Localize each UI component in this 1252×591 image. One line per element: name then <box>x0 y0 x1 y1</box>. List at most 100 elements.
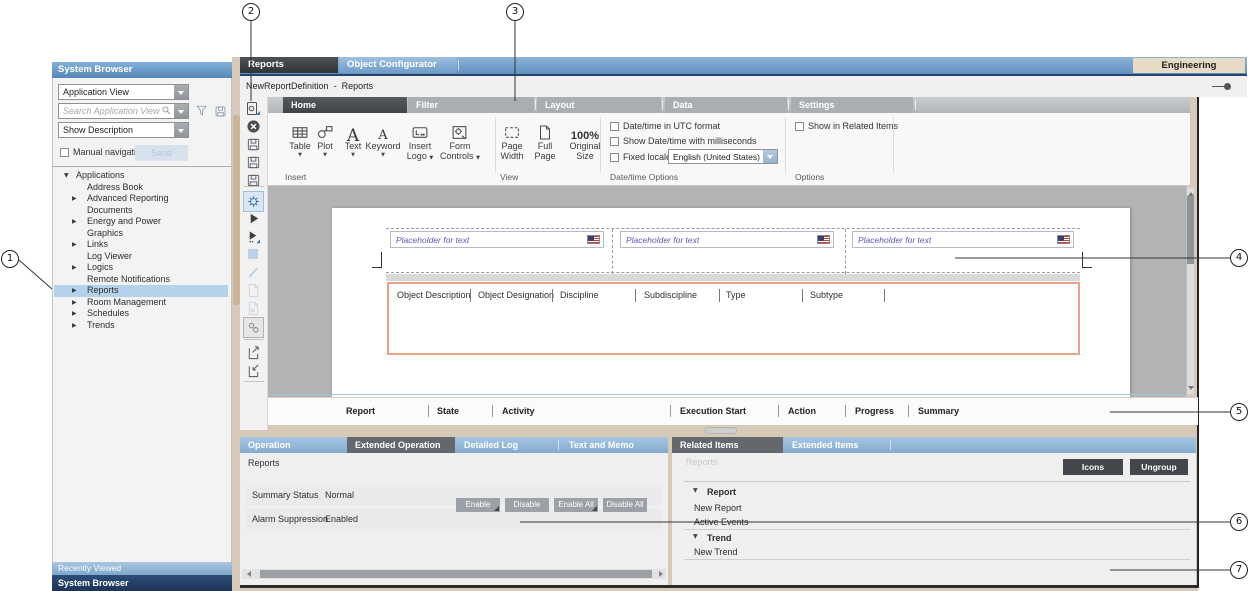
column-separator[interactable] <box>845 405 846 417</box>
us-flag-icon[interactable] <box>817 235 830 244</box>
tree-item-logics[interactable]: ▶Logics <box>54 262 228 274</box>
column-separator[interactable] <box>719 289 720 302</box>
horizontal-scrollbar[interactable] <box>242 569 666 579</box>
chevron-down-icon[interactable] <box>174 85 188 99</box>
stop-icon[interactable] <box>244 245 262 263</box>
save-as-icon[interactable] <box>244 153 262 171</box>
tab-extended-operation[interactable]: Extended Operation <box>347 437 455 453</box>
tree-item-documents[interactable]: Documents <box>54 205 228 217</box>
full-page-button[interactable]: FullPage <box>527 116 563 161</box>
run-with-options-icon[interactable] <box>244 227 262 245</box>
ribbon-tab-settings[interactable]: Settings <box>791 97 913 113</box>
disable-all-button[interactable]: Disable All <box>603 498 647 512</box>
scroll-up-arrow[interactable] <box>1188 189 1194 196</box>
form-mode-icon[interactable] <box>243 317 264 338</box>
enable-all-button[interactable]: Enable All <box>554 498 598 512</box>
column-separator[interactable] <box>802 289 803 302</box>
tab-text-and-memo[interactable]: Text and Memo <box>561 437 665 453</box>
chevron-down-icon[interactable]: ▼ <box>693 533 698 540</box>
show-related-checkbox[interactable] <box>795 122 804 131</box>
tree-item-reports-selected[interactable]: ▶Reports <box>54 285 228 297</box>
cancel-icon[interactable] <box>244 117 262 135</box>
run-icon[interactable] <box>244 209 262 227</box>
column-separator[interactable] <box>470 289 471 302</box>
tab-operation[interactable]: Operation <box>240 437 346 453</box>
table-header-discipline[interactable]: Discipline <box>560 290 599 300</box>
tree-item-applications[interactable]: ▼Applications <box>54 170 228 182</box>
icons-button[interactable]: Icons <box>1063 459 1123 475</box>
scroll-down-arrow[interactable] <box>1188 386 1194 393</box>
tree-item-energy-and-power[interactable]: ▶Energy and Power <box>54 216 228 228</box>
chevron-down-icon[interactable] <box>174 123 188 137</box>
scrollbar-thumb[interactable] <box>1187 196 1194 264</box>
ribbon-tab-filter[interactable]: Filter <box>408 97 534 113</box>
tab-object-configurator[interactable]: Object Configurator <box>339 57 457 73</box>
tree-item-advanced-reporting[interactable]: ▶Advanced Reporting <box>54 193 228 205</box>
ribbon-tab-data[interactable]: Data <box>665 97 787 113</box>
description-selector-dropdown[interactable]: Show Description <box>58 122 189 138</box>
ribbon-tab-layout[interactable]: Layout <box>537 97 661 113</box>
tree-item-schedules[interactable]: ▶Schedules <box>54 308 228 320</box>
table-header-type[interactable]: Type <box>726 290 746 300</box>
system-browser-header[interactable]: System Browser <box>52 62 232 78</box>
column-separator[interactable] <box>884 289 885 302</box>
exec-col-activity[interactable]: Activity <box>502 406 535 416</box>
text-placeholder-3[interactable]: Placeholder for text <box>852 231 1074 248</box>
scroll-left-arrow[interactable] <box>244 571 251 577</box>
export-pdf-icon[interactable] <box>244 281 262 299</box>
chevron-down-icon[interactable] <box>763 150 777 163</box>
edit-pen-icon[interactable] <box>244 263 262 281</box>
export-excel-icon[interactable] <box>244 299 262 317</box>
tab-extended-items[interactable]: Extended Items <box>784 437 888 453</box>
tree-item-trends[interactable]: ▶Trends <box>54 320 228 332</box>
breadcrumb[interactable]: NewReportDefinition - Reports <box>246 81 373 91</box>
column-separator[interactable] <box>908 405 909 417</box>
ungroup-button[interactable]: Ungroup <box>1130 459 1188 475</box>
exec-col-state[interactable]: State <box>437 406 459 416</box>
search-input[interactable]: Search Application View <box>58 103 189 119</box>
tree-item-remote-notifications[interactable]: Remote Notifications <box>54 274 228 286</box>
us-flag-icon[interactable] <box>587 235 600 244</box>
table-header-object-designation[interactable]: Object Designation <box>478 290 554 300</box>
column-separator[interactable] <box>635 289 636 302</box>
table-header-subtype[interactable]: Subtype <box>810 290 843 300</box>
view-selector-dropdown[interactable]: Application View <box>58 84 189 100</box>
breadcrumb-primary[interactable]: NewReportDefinition <box>246 81 329 91</box>
tree-item-address-book[interactable]: Address Book <box>54 182 228 194</box>
disable-button[interactable]: Disable <box>505 498 549 512</box>
manual-navigation-checkbox[interactable] <box>60 148 69 157</box>
tree-item-log-viewer[interactable]: Log Viewer <box>54 251 228 263</box>
system-browser-footer-bar[interactable]: System Browser <box>52 575 232 591</box>
exec-col-summary[interactable]: Summary <box>918 406 959 416</box>
locale-dropdown[interactable]: English (United States) <box>668 149 778 164</box>
report-header-band[interactable]: Placeholder for text Placeholder for tex… <box>386 228 1080 273</box>
text-placeholder-2[interactable]: Placeholder for text <box>620 231 834 248</box>
save-search-icon[interactable] <box>213 104 227 118</box>
scroll-right-arrow[interactable] <box>659 571 666 577</box>
tree-item-room-management[interactable]: ▶Room Management <box>54 297 228 309</box>
report-canvas[interactable]: Placeholder for text Placeholder for tex… <box>268 186 1186 397</box>
page-width-button[interactable]: PageWidth <box>492 116 532 161</box>
table-header-object-description[interactable]: Object Description <box>397 290 471 300</box>
column-separator[interactable] <box>492 405 493 417</box>
text-placeholder-1[interactable]: Placeholder for text <box>390 231 604 248</box>
report-definition-icon[interactable] <box>244 100 262 118</box>
table-header-subdiscipline[interactable]: Subdiscipline <box>644 290 697 300</box>
chevron-down-icon[interactable]: ▼ <box>693 487 698 494</box>
import-document-icon[interactable] <box>244 361 262 379</box>
tree-item-graphics[interactable]: Graphics <box>54 228 228 240</box>
tab-related-items[interactable]: Related Items <box>672 437 783 453</box>
send-button[interactable]: Send <box>135 145 188 161</box>
column-separator[interactable] <box>778 405 779 417</box>
ribbon-tab-home[interactable]: Home <box>283 97 407 113</box>
column-separator[interactable] <box>428 405 429 417</box>
utc-checkbox[interactable] <box>610 122 619 131</box>
filter-icon[interactable] <box>195 104 209 118</box>
tab-reports[interactable]: Reports <box>240 57 338 73</box>
export-document-icon[interactable] <box>244 343 262 361</box>
fixed-locale-checkbox[interactable] <box>610 153 619 162</box>
column-separator[interactable] <box>670 405 671 417</box>
canvas-vertical-scrollbar[interactable] <box>1186 188 1194 394</box>
enable-button[interactable]: Enable <box>456 498 500 512</box>
breadcrumb-secondary[interactable]: Reports <box>342 81 374 91</box>
